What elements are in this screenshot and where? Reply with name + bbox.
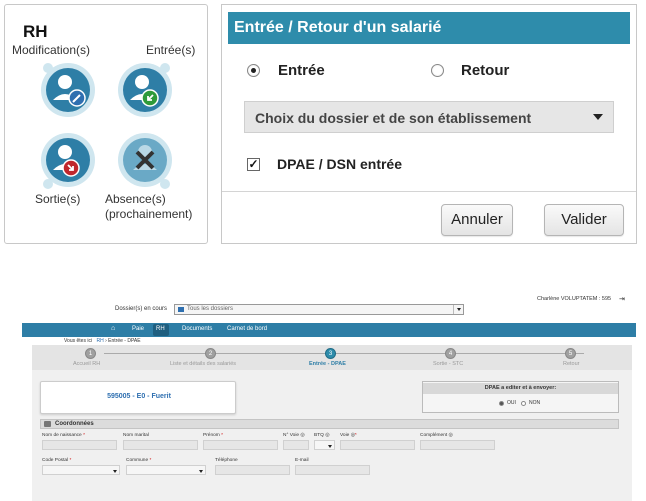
dossier-label: Dossier(s) en cours bbox=[115, 306, 168, 312]
dossier-etablissement-select[interactable]: Choix du dossier et de son établissement bbox=[244, 101, 614, 133]
logout-icon[interactable]: ⇥ bbox=[619, 295, 625, 303]
dpae-non-label: NON bbox=[529, 400, 541, 406]
contact-card-icon bbox=[44, 421, 51, 427]
field-label-complement: Complément ◎ bbox=[420, 433, 453, 438]
user-exit-icon[interactable] bbox=[38, 130, 98, 190]
nav-documents[interactable]: Documents bbox=[182, 326, 212, 332]
folder-icon bbox=[178, 307, 184, 312]
steps-bar: 1 Accueil RH 2 Liste et détails des sala… bbox=[32, 345, 632, 370]
modifications-label: Modification(s) bbox=[12, 43, 91, 57]
field-label-telephone: Téléphone bbox=[215, 458, 238, 463]
voie-input[interactable] bbox=[340, 440, 415, 450]
step-5-label: Retour bbox=[563, 361, 580, 367]
field-label-nom-naissance: Nom de naissance * bbox=[42, 433, 85, 438]
validate-button[interactable]: Valider bbox=[544, 204, 624, 236]
sorties-label: Sortie(s) bbox=[35, 192, 81, 206]
field-label-code-postal: Code Postal * bbox=[42, 458, 72, 463]
step-3-circle[interactable]: 3 bbox=[325, 348, 336, 359]
home-icon[interactable]: ⌂ bbox=[111, 325, 115, 332]
breadcrumb: Vous êtes ici RH › Entrée - DPAE bbox=[64, 338, 141, 344]
nom-naissance-input[interactable] bbox=[42, 440, 117, 450]
absences-label: Absence(s) bbox=[105, 192, 166, 206]
nav-rh-label: RH bbox=[156, 326, 165, 332]
dossier-select-value: Tous les dossiers bbox=[187, 306, 234, 312]
btq-select[interactable] bbox=[314, 440, 335, 450]
dpae-dsn-checkbox[interactable]: ✓ bbox=[247, 158, 260, 171]
breadcrumb-rh[interactable]: RH bbox=[96, 338, 103, 344]
dpae-box: DPAE a editer et à envoyer: OUI NON bbox=[422, 381, 619, 413]
chevron-down-icon bbox=[199, 470, 203, 473]
main-navbar: ⌂ Paie RH Documents Carnet de bord bbox=[22, 323, 636, 337]
prenom-input[interactable] bbox=[203, 440, 278, 450]
field-label-email: E-mail bbox=[295, 458, 309, 463]
absences-sublabel: (prochainement) bbox=[105, 207, 193, 221]
chevron-down-icon bbox=[457, 308, 461, 311]
nav-rh-active[interactable]: RH bbox=[153, 324, 169, 336]
nom-marital-input[interactable] bbox=[123, 440, 198, 450]
steps-line bbox=[104, 353, 584, 354]
step-5-circle[interactable]: 5 bbox=[565, 348, 576, 359]
select-value: Choix du dossier et de son établissement bbox=[255, 110, 532, 126]
dpae-non-radio[interactable] bbox=[521, 401, 526, 406]
field-label-prenom: Prénom * bbox=[203, 433, 224, 438]
step-1-circle[interactable]: 1 bbox=[85, 348, 96, 359]
radio-retour[interactable] bbox=[431, 64, 444, 77]
step-4-label: Sortie - STC bbox=[433, 361, 464, 367]
field-label-nom-marital: Nom marital bbox=[123, 433, 149, 438]
dossier-select[interactable]: Tous les dossiers bbox=[174, 304, 464, 315]
dpae-oui-label: OUI bbox=[507, 400, 516, 406]
chevron-down-icon bbox=[593, 114, 603, 120]
nav-paie[interactable]: Paie bbox=[132, 326, 144, 332]
radio-entree[interactable] bbox=[247, 64, 260, 77]
breadcrumb-prefix: Vous êtes ici bbox=[64, 338, 93, 344]
telephone-input[interactable] bbox=[215, 465, 290, 475]
entry-dialog: Entrée / Retour d'un salarié Entrée Reto… bbox=[221, 4, 637, 244]
employee-code: 595005 - E0 - Fuerit bbox=[107, 393, 171, 400]
dpae-dsn-label: DPAE / DSN entrée bbox=[277, 156, 402, 172]
num-voie-input[interactable] bbox=[283, 440, 309, 450]
rh-title: RH bbox=[23, 22, 48, 41]
radio-entree-label: Entrée bbox=[278, 62, 325, 79]
user-edit-icon[interactable] bbox=[38, 60, 98, 120]
dialog-title: Entrée / Retour d'un salarié bbox=[228, 12, 630, 44]
dossier-select-arrow bbox=[453, 305, 463, 314]
field-label-commune: Commune * bbox=[126, 458, 152, 463]
step-1-label: Accueil RH bbox=[73, 361, 101, 367]
field-label-voie: Voie ◎* bbox=[340, 433, 357, 438]
user-absence-icon bbox=[115, 130, 175, 190]
nav-carnet-de-bord[interactable]: Carnet de bord bbox=[227, 326, 267, 332]
app-screenshot: Charlène VOLUPTATEM : 595 ⇥ Dossier(s) e… bbox=[22, 278, 636, 501]
chevron-down-icon bbox=[328, 445, 332, 448]
commune-select[interactable] bbox=[126, 465, 206, 475]
step-2-circle[interactable]: 2 bbox=[205, 348, 216, 359]
step-3-label: Entrée - DPAE bbox=[309, 361, 346, 367]
user-enter-icon[interactable] bbox=[115, 60, 175, 120]
dpae-title: DPAE a editer et à envoyer: bbox=[423, 383, 618, 394]
complement-input[interactable] bbox=[420, 440, 495, 450]
step-4-circle[interactable]: 4 bbox=[445, 348, 456, 359]
field-label-btq: BTQ ◎ bbox=[314, 433, 330, 438]
coordonnees-header: Coordonnées bbox=[40, 419, 619, 429]
step-2-label: Liste et détails des salariés bbox=[170, 361, 237, 367]
email-input[interactable] bbox=[295, 465, 370, 475]
field-label-num-voie: N° Voie ◎ bbox=[283, 433, 305, 438]
breadcrumb-current: Entrée - DPAE bbox=[108, 338, 141, 344]
cancel-button[interactable]: Annuler bbox=[441, 204, 513, 236]
dialog-divider bbox=[222, 191, 636, 192]
employee-card: 595005 - E0 - Fuerit bbox=[40, 381, 236, 414]
user-info: Charlène VOLUPTATEM : 595 bbox=[537, 296, 612, 302]
entrees-label: Entrée(s) bbox=[146, 43, 196, 57]
dpae-oui-radio[interactable] bbox=[499, 401, 504, 406]
code-postal-select[interactable] bbox=[42, 465, 120, 475]
radio-retour-label: Retour bbox=[461, 62, 510, 79]
coordonnees-title: Coordonnées bbox=[55, 421, 94, 427]
chevron-down-icon bbox=[113, 470, 117, 473]
